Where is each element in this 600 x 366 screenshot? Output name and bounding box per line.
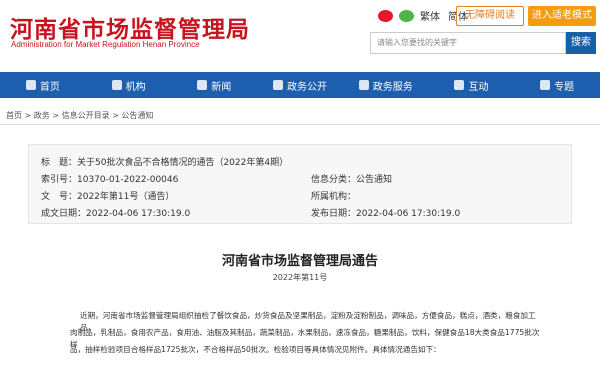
- nav-item-news[interactable]: 新闻: [171, 72, 257, 98]
- service-icon: [358, 80, 369, 90]
- institution-icon: [111, 80, 122, 90]
- nav-label: 政务公开: [287, 81, 328, 93]
- article-paragraph-line: 品，抽样检验项目合格样品1725批次，不合格样品50批次。检验项目等具体情况见附…: [70, 345, 441, 354]
- nav-label: 专题: [554, 81, 575, 93]
- nav-label: 首页: [39, 81, 60, 93]
- search-placeholder: 请输入您要找的关键字: [377, 38, 457, 47]
- info-org: 所属机构：: [311, 192, 357, 202]
- site-subtitle: Administration for Market Regulation Hen…: [11, 40, 200, 49]
- wechat-icon[interactable]: [399, 9, 414, 22]
- nav-item-interact[interactable]: 互动: [429, 72, 515, 98]
- chat-icon: [454, 80, 465, 90]
- main-nav: 首页 机构 新闻 政务公开 政务服务 互动 专题: [0, 72, 600, 98]
- nav-item-gov-affairs[interactable]: 政务公开: [257, 72, 343, 98]
- document-info-box: 标 题：关于50批次食品不合格情况的通告（2022年第4期） 索引号：10370…: [28, 144, 572, 224]
- nav-item-gov-service[interactable]: 政务服务: [343, 72, 429, 98]
- topic-icon: [540, 80, 551, 90]
- info-category: 信息分类：公告通知: [311, 175, 393, 185]
- nav-label: 机构: [125, 81, 146, 93]
- nav-item-institution[interactable]: 机构: [86, 72, 172, 98]
- info-title: 标 题：关于50批次食品不合格情况的通告（2022年第4期）: [41, 158, 289, 168]
- weibo-icon[interactable]: [378, 9, 393, 22]
- nav-label: 互动: [468, 81, 489, 93]
- nav-label: 新闻: [211, 81, 232, 93]
- info-index-no: 索引号：10370-01-2022-00046: [41, 175, 179, 185]
- search-input[interactable]: 请输入您要找的关键字: [370, 32, 566, 54]
- article-title: 河南省市场监督管理局通告: [221, 254, 378, 269]
- info-created-date: 成文日期：2022-04-06 17:30:19.0: [41, 209, 191, 219]
- accessibility-button[interactable]: 无障碍阅读: [456, 6, 524, 26]
- site-header: 河南省市场监督管理局 Administration for Market Reg…: [0, 0, 600, 72]
- nav-item-home[interactable]: 首页: [0, 72, 86, 98]
- traditional-link[interactable]: 繁体: [420, 8, 440, 23]
- site-title[interactable]: 河南省市场监督管理局: [10, 10, 250, 44]
- news-icon: [197, 80, 208, 90]
- document-icon: [273, 80, 284, 90]
- elder-mode-button[interactable]: 进入适老模式: [528, 6, 596, 26]
- article-number: 2022年第11号: [272, 273, 328, 282]
- divider: [0, 124, 600, 125]
- info-published-date: 发布日期：2022-04-06 17:30:19.0: [311, 209, 461, 219]
- search-button[interactable]: 搜索: [566, 32, 596, 54]
- breadcrumb[interactable]: 首页 > 政务 > 信息公开目录 > 公告通知: [6, 110, 153, 121]
- nav-label: 政务服务: [372, 81, 413, 93]
- home-icon: [25, 80, 36, 90]
- nav-item-topics[interactable]: 专题: [514, 72, 600, 98]
- info-doc-no: 文 号：2022年第11号（通告）: [41, 192, 175, 202]
